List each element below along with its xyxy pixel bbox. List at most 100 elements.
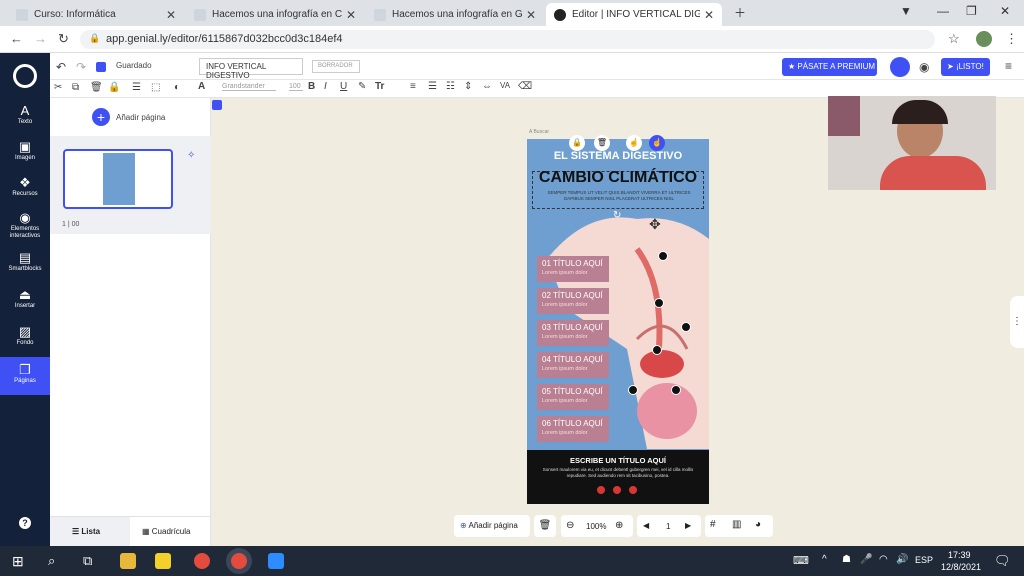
list-bullet-icon[interactable]: ☰ (428, 81, 437, 92)
back-icon[interactable]: ← (10, 31, 23, 46)
list-item[interactable]: 03 TÍTULO AQUÍ Lorem ipsum dolor (537, 320, 609, 346)
list-item[interactable]: 01 TÍTULO AQUÍ Lorem ipsum dolor (537, 256, 609, 282)
undo-icon[interactable]: ↶ (56, 60, 66, 74)
trash-icon[interactable]: 🗑 (534, 515, 556, 537)
magic-icon[interactable]: ✧ (187, 150, 195, 161)
close-icon[interactable]: ✕ (346, 8, 356, 22)
profile-avatar[interactable] (976, 31, 992, 47)
grid-view-button[interactable]: ▦ Cuadrícula (130, 517, 211, 547)
columns-icon[interactable]: ▥ (732, 519, 741, 530)
clock-date[interactable]: 12/8/2021 (941, 562, 981, 572)
rail-item-pages[interactable]: ❐ Páginas (0, 357, 50, 395)
sticky-notes-icon[interactable] (155, 553, 171, 569)
close-icon[interactable]: ✕ (526, 8, 536, 22)
notifications-icon[interactable]: 🗨 (994, 553, 1011, 569)
list-item[interactable]: 04 TÍTULO AQUÍ Lorem ipsum dolor (537, 352, 609, 378)
hotspot-dot[interactable] (628, 385, 638, 395)
rail-item-insert[interactable]: ⏏ Insertar (0, 287, 50, 313)
interactive-handle-icon[interactable]: ☝ (626, 135, 642, 151)
underline-icon[interactable]: U (340, 81, 347, 92)
file-explorer-icon[interactable] (120, 553, 136, 569)
new-tab-icon[interactable]: ＋ (734, 4, 746, 21)
browser-tab-3[interactable]: Hacemos una infografía en Genially ✕ (366, 3, 544, 26)
search-icon[interactable]: ⌕ (48, 553, 55, 569)
language-indicator[interactable]: ESP (915, 555, 933, 565)
rail-item-interactive[interactable]: ◉ Elementos interactivos (0, 210, 50, 242)
microphone-icon[interactable]: 🎤 (860, 554, 872, 565)
bottom-add-page-button[interactable]: ⊕ Añadir página (454, 515, 530, 537)
premium-button[interactable]: ★ PÁSATE A PREMIUM (782, 58, 877, 76)
select-icon[interactable]: ⬚ (151, 82, 160, 93)
grid-lines-icon[interactable]: # (710, 519, 716, 530)
redo-icon[interactable]: ↷ (76, 60, 86, 74)
browser-menu-icon[interactable]: ⋮ (1005, 31, 1018, 47)
line-height-icon[interactable]: ⇕ (464, 81, 472, 92)
add-page-icon[interactable]: + (92, 108, 110, 126)
copy-icon[interactable]: ⧉ (72, 82, 79, 93)
document-title-input[interactable]: INFO VERTICAL DIGESTIVO (199, 58, 303, 80)
chrome-icon[interactable] (194, 553, 210, 569)
font-select[interactable]: Grandstander (222, 83, 276, 91)
next-page-icon[interactable]: ▶ (685, 521, 691, 530)
list-item[interactable]: 06 TÍTULO AQUÍ Lorem ipsum dolor (537, 416, 609, 442)
list-item[interactable]: 02 TÍTULO AQUÍ Lorem ipsum dolor (537, 288, 609, 314)
minimize-icon[interactable]: — (937, 4, 949, 18)
rail-item-image[interactable]: ▣ Imagen (0, 139, 50, 165)
kerning-icon[interactable]: VA (500, 81, 510, 90)
delete-handle-icon[interactable]: 🗑 (594, 135, 610, 151)
profile-dropdown-icon[interactable]: ▼ (900, 4, 912, 18)
close-icon[interactable]: ✕ (704, 8, 714, 22)
text-style-icon[interactable]: Tr (375, 81, 384, 92)
spacing-icon[interactable]: ⇔ (482, 81, 492, 92)
layers-icon[interactable]: ☰ (132, 82, 141, 93)
preview-eye-icon[interactable]: ◉ (919, 60, 929, 74)
delete-icon[interactable]: 🗑 (90, 82, 103, 93)
rail-item-smartblocks[interactable]: ▤ Smartblocks (0, 250, 50, 276)
task-view-icon[interactable]: ⧉ (83, 553, 92, 569)
color-icon[interactable]: ◐ (174, 82, 180, 93)
highlight-icon[interactable]: ✎ (358, 81, 366, 92)
clock-time[interactable]: 17:39 (948, 550, 971, 560)
page-number-field[interactable]: 1 (666, 522, 670, 531)
close-icon[interactable]: ✕ (166, 8, 176, 22)
tray-chevron-icon[interactable]: ^ (822, 554, 827, 565)
ready-button[interactable]: ➤ ¡LISTO! (941, 58, 990, 76)
bold-icon[interactable]: B (308, 81, 315, 92)
hotspot-dot[interactable] (658, 251, 668, 261)
browser-tab-active[interactable]: Editor | INFO VERTICAL DIGESTIVO ✕ (546, 3, 722, 26)
pointer-handle-icon[interactable]: ☝ (649, 135, 665, 151)
zoom-in-icon[interactable]: ⊕ (615, 520, 623, 531)
zoom-out-icon[interactable]: ⊖ (566, 520, 574, 531)
hotspot-dot[interactable] (681, 322, 691, 332)
wifi-icon[interactable]: ◠ (879, 554, 888, 565)
font-size-input[interactable]: 100 (289, 83, 303, 91)
page-thumbnail[interactable] (63, 149, 173, 209)
cut-icon[interactable]: ✂ (54, 82, 62, 93)
pin-icon[interactable] (212, 100, 222, 110)
palette-icon[interactable]: ◕ (755, 519, 761, 530)
restore-icon[interactable]: ❐ (966, 4, 977, 18)
reload-icon[interactable]: ↻ (58, 31, 69, 47)
italic-icon[interactable]: I (324, 81, 327, 92)
chrome-active-icon[interactable] (231, 553, 247, 569)
twitter-icon[interactable] (613, 486, 621, 494)
rotate-handle-icon[interactable]: ↻ (613, 210, 621, 221)
zoom-app-icon[interactable] (268, 553, 284, 569)
instagram-icon[interactable] (629, 486, 637, 494)
side-panel-handle[interactable]: ⋮ (1010, 296, 1024, 348)
windows-start-icon[interactable]: ⊞ (12, 553, 24, 570)
menu-icon[interactable]: ≡ (1005, 59, 1012, 73)
collaborators-icon[interactable] (890, 57, 910, 77)
text-color-icon[interactable]: A (198, 81, 205, 92)
volume-icon[interactable]: 🔊 (896, 554, 908, 565)
network-icon[interactable]: ☗ (842, 554, 851, 565)
bookmark-star-icon[interactable]: ☆ (948, 31, 960, 47)
help-icon[interactable]: ? (19, 517, 31, 529)
lock-element-icon[interactable]: 🔒 (108, 82, 120, 93)
genially-logo[interactable] (13, 64, 37, 88)
lock-handle-icon[interactable]: 🔒 (569, 135, 585, 151)
selected-text-box[interactable]: CAMBIO CLIMÁTICO SEMPER TEMPUS UT VELIT … (532, 169, 704, 209)
browser-tab-2[interactable]: Hacemos una infografía en CANVA ✕ (186, 3, 364, 26)
hotspot-dot[interactable] (652, 345, 662, 355)
clear-format-icon[interactable]: ⌫ (518, 81, 532, 92)
